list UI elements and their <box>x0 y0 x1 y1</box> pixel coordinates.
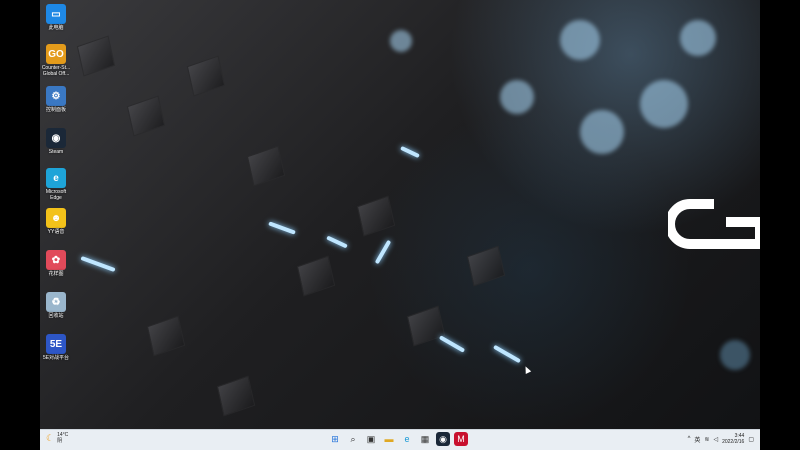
wallpaper-logo-icon <box>668 199 760 249</box>
desktop-icon-label: 回收站 <box>48 313 64 319</box>
taskbar: ☾ 14°C 阴 ⊞ ⌕ ▣ ▬ e ▦ ◉ M ^ 英 ≋ ◁ 3:44 2022/2/16… <box>40 429 760 450</box>
volume-icon[interactable]: ◁ <box>713 436 718 443</box>
wallpaper-cube <box>406 305 446 347</box>
desktop-icon-csgo[interactable]: GO Counter-St... Global Off... <box>40 44 72 77</box>
desktop-icon-recycle-bin[interactable]: ♻ 回收站 <box>40 292 72 319</box>
wallpaper-cube <box>186 55 226 97</box>
computer-icon: ▭ <box>46 4 66 24</box>
wallpaper-bokeh <box>720 340 750 370</box>
desktop-icon-steam[interactable]: ◉ Steam <box>40 128 72 155</box>
desktop-icon-control-panel[interactable]: ⚙ 控制面板 <box>40 86 72 113</box>
wallpaper-cube <box>146 315 186 357</box>
desktop-icon-5e-platform[interactable]: 5E 5E对战平台 <box>40 334 72 361</box>
wallpaper-cube <box>216 375 256 417</box>
edge-icon[interactable]: e <box>400 432 414 446</box>
yy-icon: ☻ <box>46 208 66 228</box>
tray-chevron-icon[interactable]: ^ <box>688 436 691 442</box>
mcafee-icon[interactable]: M <box>454 432 468 446</box>
wifi-icon[interactable]: ≋ <box>704 436 709 443</box>
start-icon[interactable]: ⊞ <box>328 432 342 446</box>
app-icon: ✿ <box>46 250 66 270</box>
wallpaper-bokeh <box>680 20 716 56</box>
search-icon[interactable]: ⌕ <box>346 432 360 446</box>
wallpaper-cube <box>246 145 286 187</box>
input-language[interactable]: 英 <box>694 435 700 444</box>
file-explorer-icon[interactable]: ▬ <box>382 432 396 446</box>
desktop-icon-label: Steam <box>48 149 64 155</box>
clock[interactable]: 3:44 2022/2/16 <box>722 433 744 445</box>
wallpaper-streak <box>80 255 116 273</box>
desktop-icon-edge[interactable]: e Microsoft Edge <box>40 168 72 201</box>
notification-icon[interactable]: ▢ <box>748 436 754 443</box>
weather-moon-icon: ☾ <box>46 432 55 443</box>
system-tray: ^ 英 ≋ ◁ 3:44 2022/2/16 ▢ <box>688 433 754 445</box>
desktop-icon-computer[interactable]: ▭ 此电脑 <box>40 4 72 31</box>
desktop-icon-label: YY语音 <box>47 229 65 235</box>
weather-desc: 阴 <box>57 438 63 444</box>
desktop-icon-label: 5E对战平台 <box>42 355 70 361</box>
weather-widget[interactable]: ☾ 14°C 阴 <box>46 432 68 444</box>
steam-icon: ◉ <box>46 128 66 148</box>
desktop-icon-yy[interactable]: ☻ YY语音 <box>40 208 72 235</box>
wallpaper-streak <box>374 239 392 265</box>
edge-icon: e <box>46 168 66 188</box>
taskbar-apps: ⊞ ⌕ ▣ ▬ e ▦ ◉ M <box>328 432 468 446</box>
mouse-cursor-icon <box>522 365 532 374</box>
desktop-icon-label: 控制面板 <box>45 107 66 113</box>
wallpaper-streak <box>438 335 466 353</box>
desktop-icon-label: 花样图 <box>48 271 64 277</box>
wallpaper-cube <box>356 195 396 237</box>
control-panel-icon: ⚙ <box>46 86 66 106</box>
wallpaper-cube <box>466 245 506 287</box>
wallpaper-streak <box>493 344 521 364</box>
wallpaper-cube <box>76 35 116 77</box>
wallpaper-streak <box>326 235 348 249</box>
desktop[interactable]: ▭ 此电脑 GO Counter-St... Global Off... ⚙ 控制面板 ◉ S… <box>40 0 760 450</box>
wallpaper-streak <box>268 221 296 235</box>
steam-icon[interactable]: ◉ <box>436 432 450 446</box>
clock-date: 2022/2/16 <box>722 439 745 445</box>
wallpaper-cube <box>296 255 336 297</box>
store-icon[interactable]: ▦ <box>418 432 432 446</box>
wallpaper-cube <box>126 95 166 137</box>
5e-platform-icon: 5E <box>46 334 66 354</box>
desktop-icon-label: 此电脑 <box>48 25 64 31</box>
wallpaper-bokeh <box>580 110 624 154</box>
wallpaper-streak <box>400 145 420 159</box>
wallpaper-bokeh <box>390 30 412 52</box>
wallpaper-bokeh <box>560 20 600 60</box>
wallpaper-bokeh <box>640 80 688 128</box>
desktop-icon-label: Microsoft Edge <box>45 189 67 201</box>
recycle-bin-icon: ♻ <box>46 292 66 312</box>
desktop-icon-label: Counter-St... Global Off... <box>41 65 71 77</box>
csgo-icon: GO <box>46 44 66 64</box>
task-view-icon[interactable]: ▣ <box>364 432 378 446</box>
wallpaper-bokeh <box>500 80 534 114</box>
desktop-icon-app[interactable]: ✿ 花样图 <box>40 250 72 277</box>
